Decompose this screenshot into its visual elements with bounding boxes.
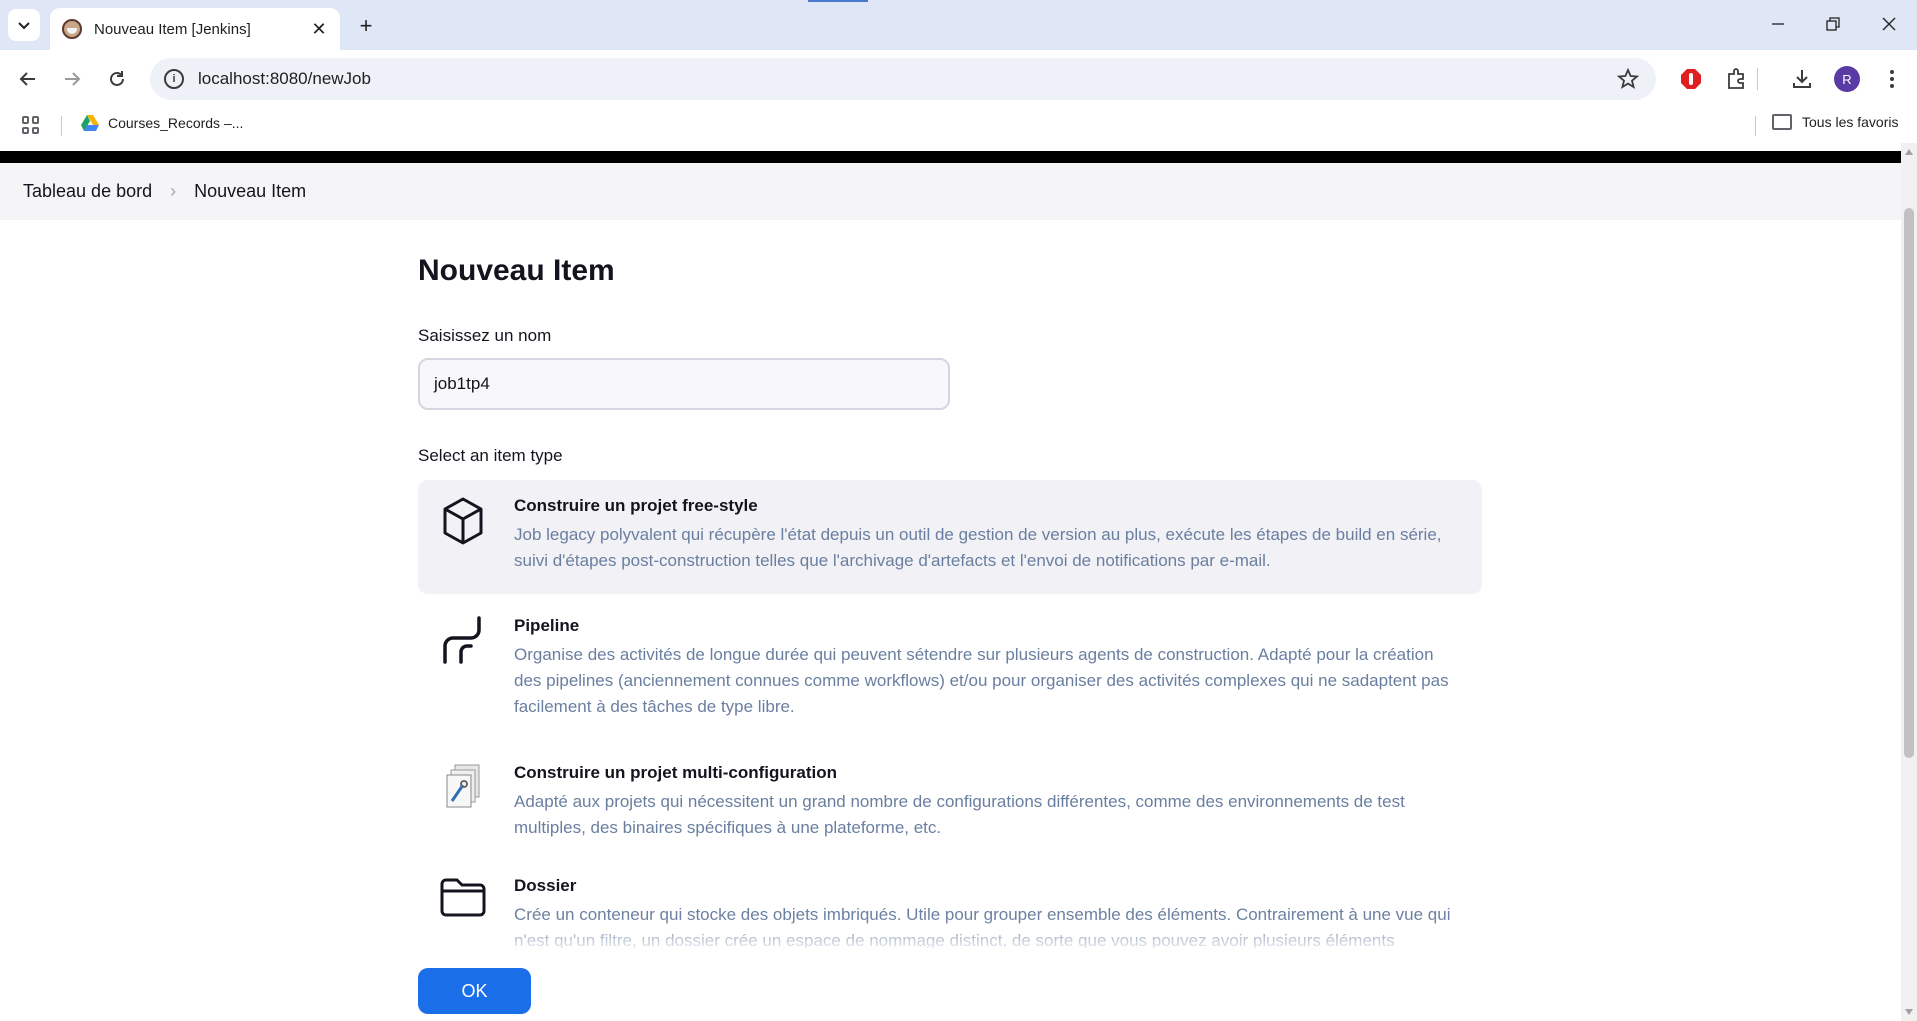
cube-icon [438,496,488,546]
close-window-button[interactable] [1866,8,1912,40]
folder-icon [438,876,488,926]
item-type-description: Adapté aux projets qui nécessitent un gr… [514,792,1405,837]
item-type-title: Dossier [514,876,577,895]
tab-title: Nouveau Item [Jenkins] [94,20,251,38]
bookmarks-divider [61,116,62,136]
arrow-right-icon [65,72,81,86]
form-footer [390,948,1510,1021]
tab-close-icon[interactable]: ✕ [310,19,328,39]
item-type-description: Organise des activités de longue durée q… [514,645,1449,716]
item-type-label: Select an item type [418,446,563,465]
adblock-extension-icon[interactable] [1676,64,1706,94]
profile-avatar[interactable]: R [1834,66,1860,92]
item-type-title: Pipeline [514,616,580,635]
browser-toolbar: i localhost:8080/newJob [0,50,1917,107]
new-tab-button[interactable]: + [352,12,380,40]
item-type-description: Crée un conteneur qui stocke des objets … [514,905,1451,950]
chevron-down-icon [18,22,30,30]
breadcrumb-item-dashboard[interactable]: Tableau de bord [23,181,152,202]
item-type-title: Construire un projet free-style [514,496,758,515]
scroll-up-arrow[interactable] [1905,149,1913,155]
chevron-right-icon: › [170,181,177,201]
scroll-thumb[interactable] [1904,208,1914,758]
all-bookmarks-folder[interactable]: Tous les favoris [1772,114,1898,130]
folder-icon [1772,114,1792,130]
pipeline-icon [438,616,488,666]
item-name-input[interactable]: job1tp4 [418,358,950,410]
item-type-description: Job legacy polyvalent qui récupère l'éta… [514,525,1442,570]
tab-strip-indicator [808,0,868,2]
downloads-button[interactable] [1787,64,1817,94]
breadcrumb-item-new-item[interactable]: Nouveau Item [194,181,306,202]
google-drive-icon [81,115,99,131]
item-type-freestyle[interactable]: Construire un projet free-style Job lega… [418,480,1482,594]
back-button[interactable] [12,63,44,95]
reload-button[interactable] [101,63,133,95]
bookmark-star-icon[interactable] [1616,67,1640,91]
scroll-down-arrow[interactable] [1905,1009,1913,1015]
site-info-icon[interactable]: i [164,69,184,89]
restore-button[interactable] [1810,8,1856,40]
arrow-left-icon [19,72,35,86]
page-scrollbar[interactable] [1901,143,1917,1021]
bookmarks-divider [1755,116,1756,136]
breadcrumb: Tableau de bord › Nouveau Item [0,163,1901,220]
restore-icon [1826,17,1840,31]
name-label: Saisissez un nom [418,326,552,345]
browser-menu-button[interactable] [1877,64,1907,94]
browser-tab[interactable]: Nouveau Item [Jenkins] ✕ [50,8,340,50]
browser-tab-strip: Nouveau Item [Jenkins] ✕ + [0,0,1917,50]
bookmarks-bar: Courses_Records –... Tous les favoris [0,107,1917,143]
apps-grid-icon[interactable] [22,116,40,134]
bookmark-label: Courses_Records –... [108,115,244,131]
minimize-icon [1772,23,1784,25]
address-bar[interactable]: i localhost:8080/newJob [150,58,1656,100]
bookmark-item[interactable]: Courses_Records –... [80,114,243,132]
item-type-pipeline[interactable]: Pipeline Organise des activités de longu… [418,600,1482,740]
jenkins-header [0,151,1901,163]
close-icon [1882,17,1896,31]
item-type-multi-configuration[interactable]: Construire un projet multi-configuration… [418,747,1482,847]
ok-button[interactable]: OK [418,968,531,1014]
page-title: Nouveau Item [418,254,615,287]
all-bookmarks-label: Tous les favoris [1802,114,1899,130]
multi-config-icon [438,763,488,813]
toolbar-divider [1757,68,1758,90]
jenkins-favicon-icon [62,19,82,39]
extensions-puzzle-icon[interactable] [1721,64,1751,94]
reload-icon [110,71,124,86]
forward-button[interactable] [56,63,88,95]
minimize-button[interactable] [1755,8,1801,40]
tab-search-button[interactable] [8,9,40,41]
item-type-title: Construire un projet multi-configuration [514,763,837,782]
kebab-menu-icon [1890,70,1894,88]
download-icon [1793,70,1811,88]
url-text[interactable]: localhost:8080/newJob [198,69,1616,89]
